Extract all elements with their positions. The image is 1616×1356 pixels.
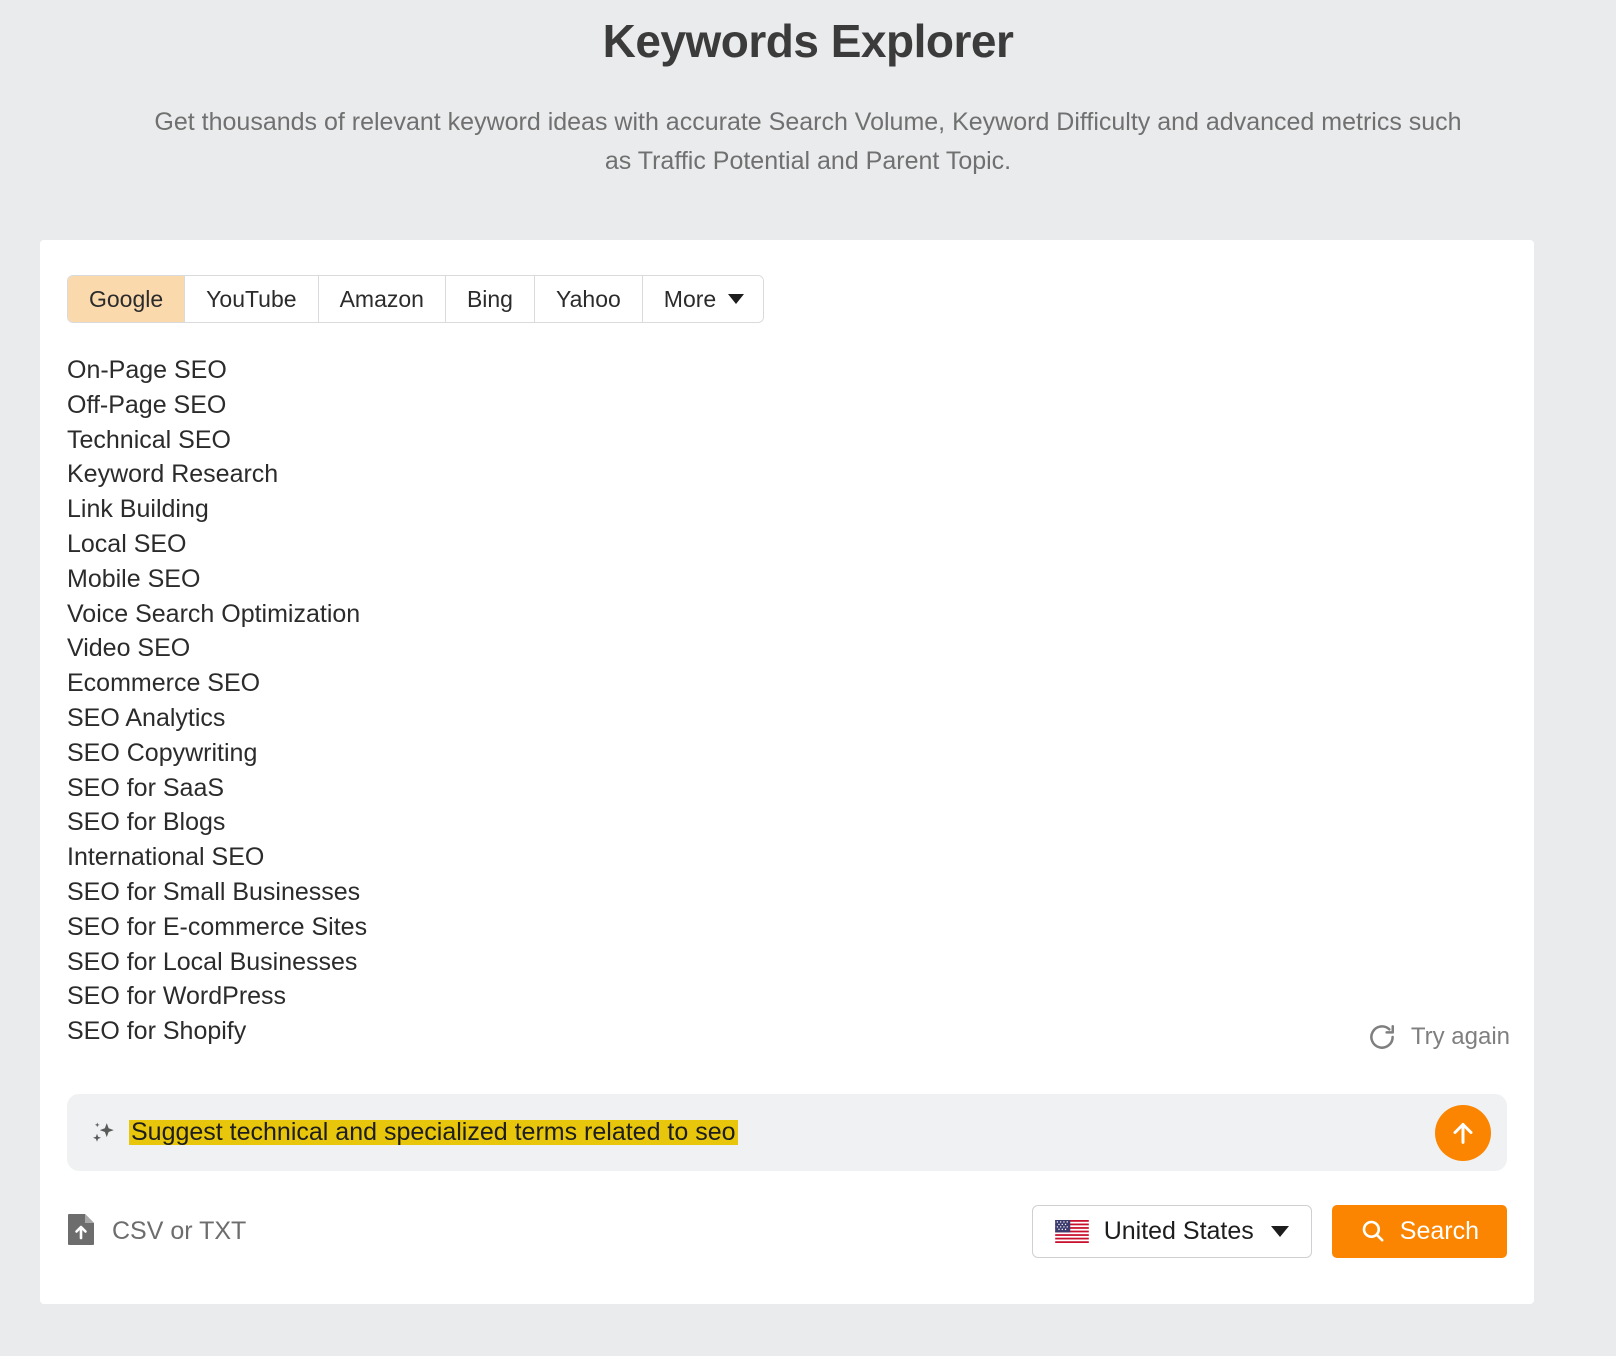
file-upload-icon — [67, 1213, 95, 1250]
keyword-list-item: International SEO — [67, 840, 1447, 875]
tab-more[interactable]: More — [643, 276, 763, 322]
submit-prompt-button[interactable] — [1435, 1105, 1491, 1161]
tab-bing-label: Bing — [467, 286, 513, 313]
keyword-list-item: SEO Analytics — [67, 701, 1447, 736]
upload-file-label: CSV or TXT — [112, 1217, 246, 1246]
keyword-list-item: Local SEO — [67, 527, 1447, 562]
search-engine-tabs: Google YouTube Amazon Bing Yahoo More — [67, 275, 764, 323]
keyword-list-item: Voice Search Optimization — [67, 597, 1447, 632]
keyword-list-item: SEO Copywriting — [67, 736, 1447, 771]
tab-google[interactable]: Google — [68, 276, 185, 322]
misspelled-word: seo — [695, 1120, 735, 1145]
prompt-input-value: Suggest technical and specialized terms … — [129, 1120, 738, 1145]
keyword-list-item: Mobile SEO — [67, 562, 1447, 597]
sparkle-icon — [89, 1118, 119, 1148]
tab-youtube-label: YouTube — [206, 286, 296, 313]
keyword-list-item: SEO for SaaS — [67, 771, 1447, 806]
tab-more-label: More — [664, 286, 716, 313]
keyword-list-item: SEO for Small Businesses — [67, 875, 1447, 910]
ai-prompt-bar[interactable]: Suggest technical and specialized terms … — [67, 1094, 1507, 1171]
tab-yahoo-label: Yahoo — [556, 286, 621, 313]
keywords-explorer-card: Google YouTube Amazon Bing Yahoo More On… — [40, 240, 1534, 1304]
page-header: Keywords Explorer Get thousands of relev… — [0, 0, 1616, 181]
keyword-list-item: SEO for Blogs — [67, 805, 1447, 840]
country-select-label: United States — [1104, 1217, 1254, 1246]
keyword-list-item: Link Building — [67, 492, 1447, 527]
footer-actions: United States Search — [1032, 1205, 1507, 1258]
tab-amazon[interactable]: Amazon — [319, 276, 446, 322]
page-title: Keywords Explorer — [0, 14, 1616, 69]
tab-youtube[interactable]: YouTube — [185, 276, 318, 322]
tab-amazon-label: Amazon — [340, 286, 424, 313]
keyword-list-item: Keyword Research — [67, 457, 1447, 492]
upload-file-button[interactable]: CSV or TXT — [67, 1213, 246, 1250]
try-again-label: Try again — [1411, 1023, 1510, 1051]
us-flag-icon — [1055, 1220, 1089, 1243]
country-select[interactable]: United States — [1032, 1205, 1312, 1258]
tab-yahoo[interactable]: Yahoo — [535, 276, 643, 322]
search-button-label: Search — [1400, 1217, 1479, 1246]
prompt-text-segment: terms related to — [508, 1120, 696, 1145]
keyword-list-item: Technical SEO — [67, 423, 1447, 458]
keyword-list-item: On-Page SEO — [67, 353, 1447, 388]
tab-bing[interactable]: Bing — [446, 276, 535, 322]
keyword-list-item: Video SEO — [67, 631, 1447, 666]
keyword-list-item: Off-Page SEO — [67, 388, 1447, 423]
keyword-list-item: SEO for Local Businesses — [67, 945, 1447, 980]
try-again-button[interactable]: Try again — [1367, 1022, 1510, 1052]
page-subtitle: Get thousands of relevant keyword ideas … — [138, 103, 1478, 181]
card-footer: CSV or TXT — [67, 1200, 1507, 1262]
arrow-up-icon — [1448, 1118, 1478, 1148]
tab-google-label: Google — [89, 286, 163, 313]
misspelled-word: specialized — [384, 1120, 508, 1145]
search-button[interactable]: Search — [1332, 1205, 1507, 1258]
keyword-list-item: SEO for WordPress — [67, 979, 1447, 1014]
prompt-input[interactable]: Suggest technical and specialized terms … — [129, 1120, 1423, 1145]
keyword-list-item: SEO for E-commerce Sites — [67, 910, 1447, 945]
refresh-icon — [1367, 1022, 1397, 1052]
chevron-down-icon — [1271, 1226, 1289, 1237]
prompt-text-segment: Suggest technical and — [131, 1120, 384, 1145]
keyword-list: On-Page SEOOff-Page SEOTechnical SEOKeyw… — [67, 353, 1447, 1049]
chevron-down-icon — [728, 294, 744, 304]
search-icon — [1360, 1218, 1386, 1244]
keyword-list-item: SEO for Shopify — [67, 1014, 1447, 1049]
keyword-list-item: Ecommerce SEO — [67, 666, 1447, 701]
